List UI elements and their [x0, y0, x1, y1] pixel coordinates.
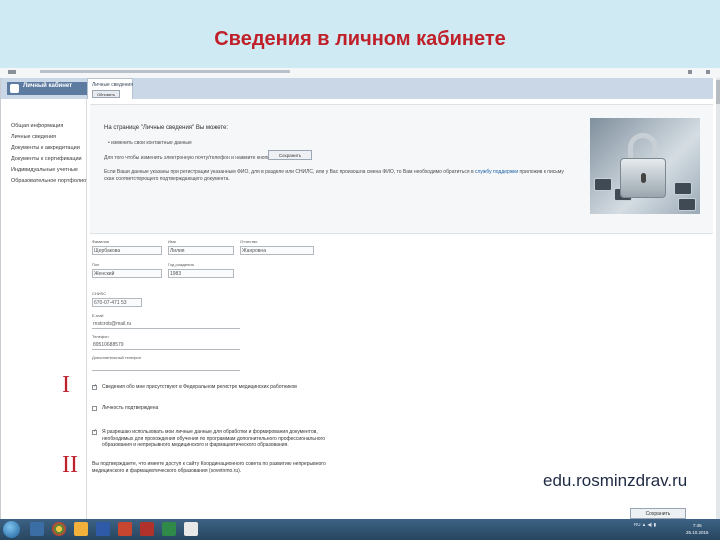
save-button[interactable]: Сохранить	[630, 508, 686, 519]
phone-label: Телефон	[92, 334, 109, 339]
back-icon[interactable]	[8, 70, 16, 74]
lock-shackle-icon	[628, 133, 658, 161]
marker-one: I	[62, 372, 70, 398]
email-label: E-mail	[92, 313, 104, 318]
identity-checkbox[interactable]	[92, 406, 97, 411]
sidebar-item-individual[interactable]: Индивидуальные учетные	[11, 167, 78, 173]
identity-text: Личность подтверждена	[102, 405, 159, 411]
marker-two: II	[62, 452, 78, 478]
sidebar-item-personal[interactable]: Личные сведения	[11, 134, 56, 140]
info-text-2-prefix: Если Ваши данные указаны при регистрации…	[104, 169, 474, 175]
logo-text: Личный кабинет	[23, 83, 73, 89]
registry-checkbox[interactable]	[92, 383, 97, 390]
browser-viewport: Личный кабинет Личные сведения Обновить …	[0, 78, 716, 519]
tab-label: Личные сведения	[92, 82, 133, 88]
sidebar-item-portfolio[interactable]: Образовательное портфолио	[11, 178, 86, 184]
logo[interactable]: Личный кабинет	[7, 82, 87, 95]
info-bullet-text: изменить свои контактные данные	[111, 140, 192, 146]
save-button-top[interactable]: Сохранить	[268, 150, 312, 160]
taskbar: RU ▲ ◀) ▮ 7:45 25.10.2016	[0, 519, 720, 540]
document-icon[interactable]	[184, 522, 198, 536]
site-header: Личный кабинет Личные сведения Обновить	[1, 78, 713, 99]
support-link-2[interactable]: поддержки	[493, 169, 518, 175]
sidebar-item-general[interactable]: Общая информация	[11, 123, 63, 129]
tray-icons[interactable]: RU ▲ ◀) ▮	[634, 522, 656, 528]
address-bar[interactable]	[40, 70, 290, 73]
support-link[interactable]: службу поддержки	[475, 169, 518, 175]
name-label: Имя	[168, 239, 176, 244]
consent-text: Я разрешаю использовать мои личные данны…	[102, 429, 326, 448]
snils-label: СНИЛС	[92, 291, 107, 296]
birth-year-field[interactable]: 1983	[168, 269, 234, 278]
gender-field[interactable]: Женский	[92, 269, 162, 278]
padlock-image	[590, 118, 700, 214]
clock-time: 7:45	[692, 523, 702, 528]
extra-phone-field[interactable]	[92, 362, 240, 371]
site-url: edu.rosminzdrav.ru	[543, 471, 688, 490]
chrome-icon[interactable]	[52, 522, 66, 536]
keyhole-icon	[641, 173, 646, 183]
update-button[interactable]: Обновить	[92, 90, 120, 98]
sidebar-item-accreditation[interactable]: Документы к аккредитации	[11, 145, 80, 151]
pdf-icon[interactable]	[140, 522, 154, 536]
explorer-icon[interactable]	[30, 522, 44, 536]
consent-checkbox[interactable]	[92, 428, 97, 435]
extra-phone-label: Дополнительный телефон	[92, 355, 141, 360]
powerpoint-icon[interactable]	[118, 522, 132, 536]
logo-icon	[10, 84, 19, 93]
council-access-text: Вы подтверждаете, что имеете доступ к са…	[92, 461, 326, 474]
scrollbar[interactable]	[716, 78, 720, 519]
phone-field[interactable]: 89510688579	[92, 341, 240, 350]
clock-date: 25.10.2016	[686, 530, 709, 535]
slide-title: Сведения в личном кабинете	[214, 28, 506, 50]
menu-icon[interactable]	[706, 70, 710, 74]
key-icon	[594, 178, 612, 191]
info-bullet: • изменить свои контактные данные	[108, 140, 192, 146]
info-text-1: Для того чтобы изменить электронную почт…	[104, 155, 272, 161]
sidebar-item-certification[interactable]: Документы к сертификации	[11, 156, 82, 162]
gender-label: Пол	[92, 262, 100, 267]
slide: Сведения в личном кабинете Личный кабине…	[0, 0, 720, 540]
folder-icon[interactable]	[74, 522, 88, 536]
key-icon	[674, 182, 692, 195]
start-button[interactable]	[3, 521, 20, 538]
name-field[interactable]: Лилия	[168, 246, 234, 255]
registry-text: Сведения обо мне присутствуют в Федераль…	[102, 384, 297, 390]
info-heading: На странице "Личные сведения" Вы можете:	[104, 125, 229, 131]
main-content: На странице "Личные сведения" Вы можете:…	[90, 99, 713, 519]
birth-year-label: Год рождения	[168, 262, 194, 267]
word-icon[interactable]	[96, 522, 110, 536]
lock-icon	[620, 158, 666, 198]
patronymic-label: Отчество	[240, 239, 258, 244]
star-icon[interactable]	[688, 70, 692, 74]
email-field[interactable]: rnstcrob@mail.ru	[92, 320, 240, 329]
clock[interactable]: 7:45 25.10.2016	[686, 522, 709, 536]
tab-personal-info[interactable]: Личные сведения Обновить	[87, 78, 133, 99]
snils-field[interactable]: 670-07-471 53	[92, 298, 142, 307]
support-link-1[interactable]: службу	[475, 169, 492, 175]
patronymic-field[interactable]: Жанровна	[240, 246, 314, 255]
excel-icon[interactable]	[162, 522, 176, 536]
surname-field[interactable]: Щербакова	[92, 246, 162, 255]
scrollbar-thumb[interactable]	[716, 80, 720, 104]
info-panel: На странице "Личные сведения" Вы можете:…	[90, 104, 713, 234]
surname-label: Фамилия	[92, 239, 109, 244]
info-text-2: Если Ваши данные указаны при регистрации…	[104, 169, 564, 183]
key-icon	[678, 198, 696, 211]
